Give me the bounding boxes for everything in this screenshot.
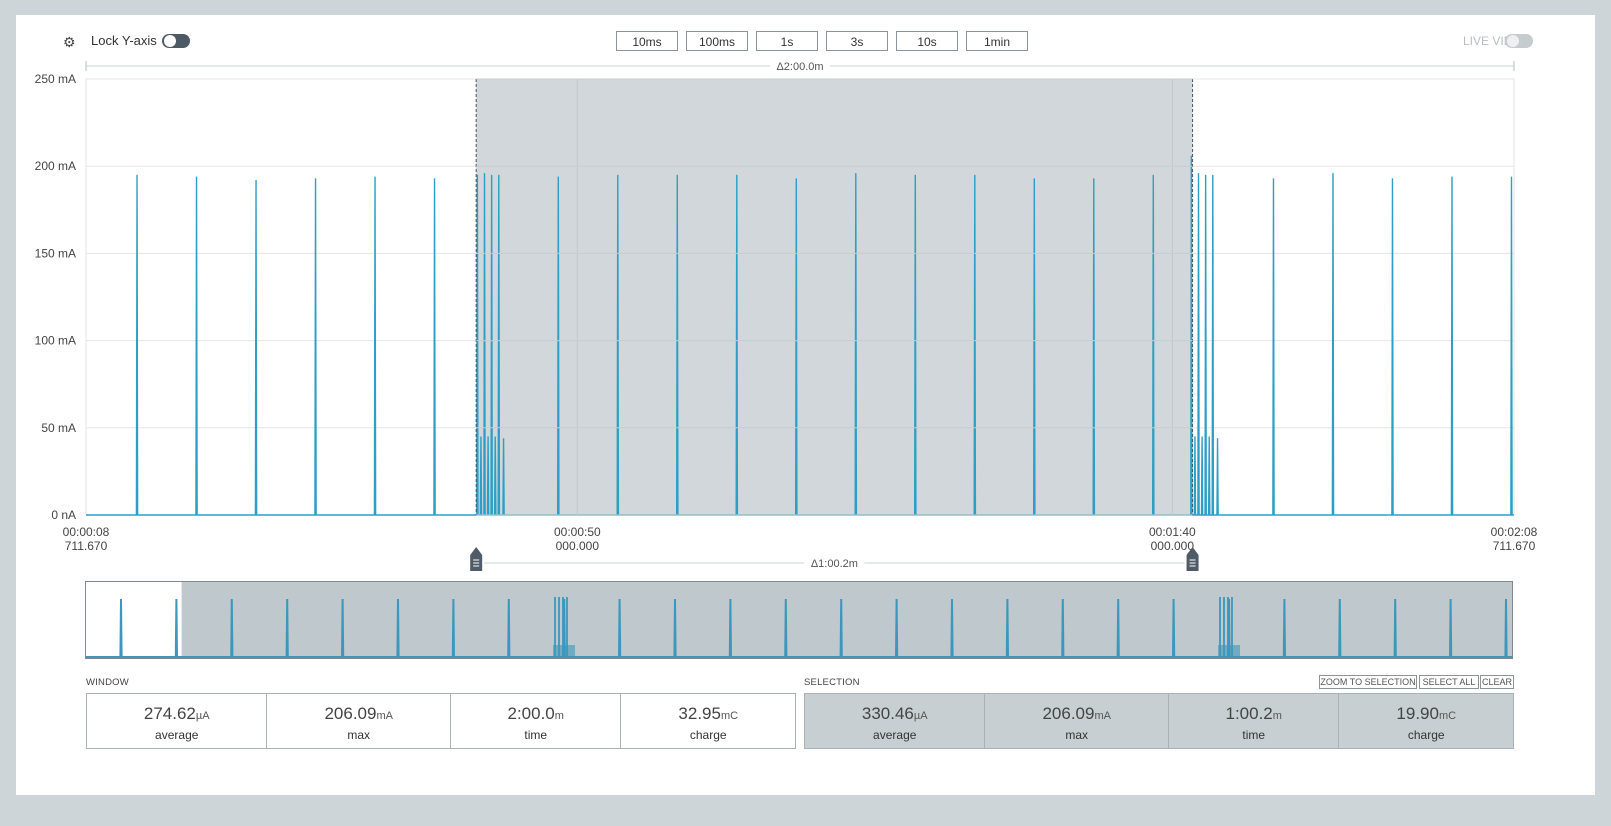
window-average: 274.62µA average [87, 694, 268, 748]
stat-value: 19.90 [1396, 704, 1439, 723]
stat-unit: mC [720, 710, 739, 722]
overview-burst-low [553, 645, 575, 657]
clear-selection-button[interactable]: CLEAR [1480, 675, 1514, 689]
y-tick-label: 250 mA [35, 72, 76, 86]
stat-value: 1:00.2 [1225, 704, 1273, 723]
main-panel: ⚙ Lock Y-axis 10ms 100ms 1s 3s 10s 1min … [16, 15, 1595, 795]
selection-delta-label: Δ1:00.2m [811, 558, 858, 570]
x-tick-ms: 000.000 [1151, 539, 1195, 553]
stat-label: charge [689, 728, 727, 742]
selection-start-handle[interactable] [470, 547, 483, 571]
x-tick-ms: 711.670 [65, 539, 108, 553]
stat-unit: µA [913, 710, 928, 722]
window-time: 2:00.0m time [451, 694, 622, 748]
x-tick-time: 00:00:08 [63, 525, 110, 539]
overview-frame [85, 581, 1513, 659]
selection-charge: 19.90mC charge [1339, 694, 1513, 748]
y-tick-label: 100 mA [35, 334, 76, 348]
window-stats-title: WINDOW [86, 677, 129, 688]
selection-average: 330.46µA average [805, 694, 986, 748]
stat-value: 274.62 [143, 704, 196, 723]
x-tick-time: 00:00:50 [554, 525, 601, 539]
y-axis-ticks: 250 mA 200 mA 150 mA 100 mA 50 mA 0 nA [35, 72, 76, 522]
window-delta-label: Δ2:00.0m [776, 61, 823, 73]
stat-value: 206.09 [1042, 704, 1095, 723]
stat-unit: m [1272, 710, 1282, 722]
selection-stats: 330.46µA average 206.09mA max 1:00.2m ti… [804, 693, 1514, 749]
current-chart[interactable]: 250 mA 200 mA 150 mA 100 mA 50 mA 0 nA 00:00:… [16, 15, 1595, 585]
stat-label: max [1065, 728, 1089, 742]
stat-label: time [524, 728, 548, 742]
stat-value: 32.95 [678, 704, 721, 723]
x-axis-ticks: 00:00:08711.67000:00:50000.00000:01:4000… [63, 525, 1538, 553]
zoom-to-selection-button[interactable]: ZOOM TO SELECTION [1319, 675, 1417, 689]
stat-value: 206.09 [324, 704, 377, 723]
stat-unit: mA [376, 710, 393, 722]
stat-label: max [347, 728, 371, 742]
stat-label: charge [1407, 728, 1445, 742]
window-max: 206.09mA max [267, 694, 451, 748]
select-all-button[interactable]: SELECT ALL [1419, 675, 1479, 689]
x-tick-time: 00:01:40 [1149, 525, 1196, 539]
stat-value: 2:00.0 [507, 704, 555, 723]
x-tick-ms: 000.000 [556, 539, 600, 553]
stat-unit: mA [1094, 710, 1111, 722]
stat-label: average [873, 728, 917, 742]
y-tick-label: 0 nA [51, 508, 76, 522]
y-tick-label: 200 mA [35, 159, 76, 173]
stat-unit: µA [195, 710, 210, 722]
handle-shape [470, 547, 483, 571]
selection-time: 1:00.2m time [1169, 694, 1340, 748]
stat-label: average [155, 728, 199, 742]
selection-stats-title: SELECTION [804, 677, 860, 688]
stat-label: time [1242, 728, 1266, 742]
stat-value: 330.46 [861, 704, 914, 723]
selection-max: 206.09mA max [985, 694, 1169, 748]
overview-minimap[interactable] [85, 581, 1515, 661]
window-charge: 32.95mC charge [621, 694, 795, 748]
overview-window-region[interactable] [86, 582, 182, 658]
y-tick-label: 150 mA [35, 246, 76, 260]
x-tick-ms: 711.670 [1493, 539, 1536, 553]
stat-unit: mC [1438, 710, 1457, 722]
overview-burst-low [1218, 645, 1240, 657]
selection-region[interactable] [476, 79, 1193, 515]
stat-unit: m [554, 710, 564, 722]
x-tick-time: 00:02:08 [1491, 525, 1538, 539]
window-stats: 274.62µA average 206.09mA max 2:00.0m ti… [86, 693, 796, 749]
y-tick-label: 50 mA [41, 421, 76, 435]
